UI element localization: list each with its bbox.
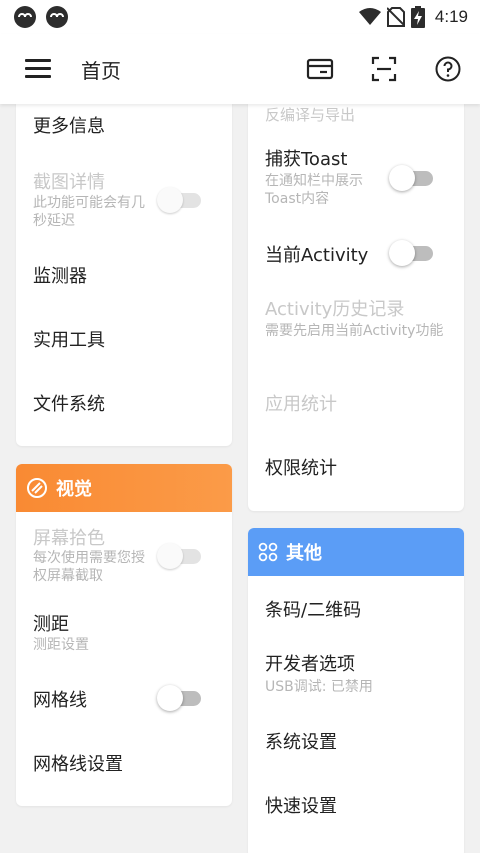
- utilities-item[interactable]: 实用工具: [33, 326, 105, 352]
- monitor-item[interactable]: 监测器: [33, 262, 87, 288]
- developer-options-desc: USB调试: 已禁用: [265, 679, 373, 695]
- file-system-item[interactable]: 文件系统: [33, 390, 105, 416]
- quick-settings-item[interactable]: 快速设置: [265, 792, 337, 818]
- current-activity-toggle[interactable]: [389, 240, 433, 266]
- app-icon: [14, 6, 36, 28]
- grid-icon: [258, 542, 278, 562]
- other-card-header: 其他: [248, 528, 464, 576]
- capture-toast-item[interactable]: 捕获Toast: [265, 145, 347, 171]
- app-stats-item[interactable]: 应用统计: [265, 390, 337, 416]
- status-bar: 4:19: [0, 0, 480, 34]
- developer-options-item[interactable]: 开发者选项: [265, 650, 355, 676]
- wifi-icon: [358, 8, 381, 25]
- app-bar: 首页: [0, 34, 480, 104]
- visual-card: 视觉 屏幕拾色 每次使用需要您授权屏幕截取 测距 测距设置 网格线 网格线设置: [16, 464, 232, 806]
- barcode-qr-item[interactable]: 条码/二维码: [265, 596, 361, 622]
- color-picker-desc: 每次使用需要您授权屏幕截取: [33, 550, 145, 584]
- visual-card-title: 视觉: [56, 479, 92, 500]
- analysis-card: 反编译与导出 捕获Toast 在通知栏中展示Toast内容 当前Activity…: [248, 96, 464, 511]
- other-card: 其他 条码/二维码 开发者选项 USB调试: 已禁用 系统设置 快速设置: [248, 528, 464, 853]
- page-title: 首页: [81, 59, 121, 83]
- activity-history-item[interactable]: Activity历史记录: [265, 295, 404, 321]
- status-time: 4:19: [434, 7, 468, 26]
- decompile-export-item[interactable]: 反编译与导出: [265, 104, 355, 125]
- visual-card-header: 视觉: [16, 464, 232, 512]
- screenshot-details-item[interactable]: 截图详情: [33, 168, 105, 194]
- palette-icon: [27, 478, 47, 498]
- screenshot-details-toggle[interactable]: [157, 187, 201, 213]
- scan-icon[interactable]: [370, 55, 398, 83]
- tools-card: 更多信息 截图详情 此功能可能会有几秒延迟 监测器 实用工具 文件系统: [16, 96, 232, 446]
- ruler-desc: 测距设置: [33, 637, 89, 653]
- system-settings-item[interactable]: 系统设置: [265, 728, 337, 754]
- menu-icon[interactable]: [25, 59, 51, 79]
- app-icon: [46, 6, 68, 28]
- grid-lines-settings-item[interactable]: 网格线设置: [33, 750, 123, 776]
- no-sim-icon: [386, 7, 405, 27]
- help-icon[interactable]: [434, 55, 462, 83]
- color-picker-item[interactable]: 屏幕拾色: [33, 524, 105, 550]
- battery-charging-icon: [410, 6, 425, 28]
- grid-lines-item[interactable]: 网格线: [33, 686, 87, 712]
- capture-toast-toggle[interactable]: [389, 165, 433, 191]
- ruler-item[interactable]: 测距: [33, 610, 69, 636]
- other-card-title: 其他: [286, 543, 322, 564]
- activity-history-desc: 需要先启用当前Activity功能: [265, 323, 444, 339]
- screenshot-details-desc: 此功能可能会有几秒延迟: [33, 195, 145, 229]
- permission-stats-item[interactable]: 权限统计: [265, 454, 337, 480]
- color-picker-toggle[interactable]: [157, 543, 201, 569]
- more-info-item[interactable]: 更多信息: [33, 112, 105, 138]
- grid-lines-toggle[interactable]: [157, 685, 201, 711]
- current-activity-item[interactable]: 当前Activity: [265, 241, 368, 267]
- card-icon[interactable]: [306, 55, 334, 83]
- capture-toast-desc: 在通知栏中展示Toast内容: [265, 173, 363, 207]
